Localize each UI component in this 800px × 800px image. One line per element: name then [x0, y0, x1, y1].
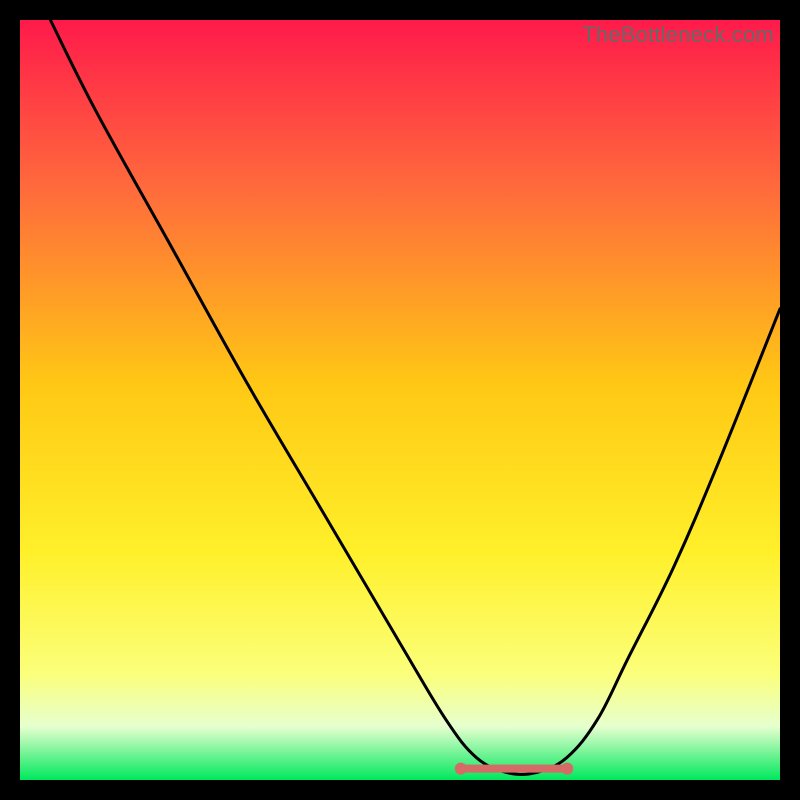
- watermark-text: TheBottleneck.com: [582, 22, 774, 48]
- optimal-start-marker: [455, 763, 467, 775]
- bottleneck-curve: [50, 20, 780, 774]
- curve-layer: [20, 20, 780, 780]
- optimal-end-marker: [561, 763, 573, 775]
- chart-frame: TheBottleneck.com: [20, 20, 780, 780]
